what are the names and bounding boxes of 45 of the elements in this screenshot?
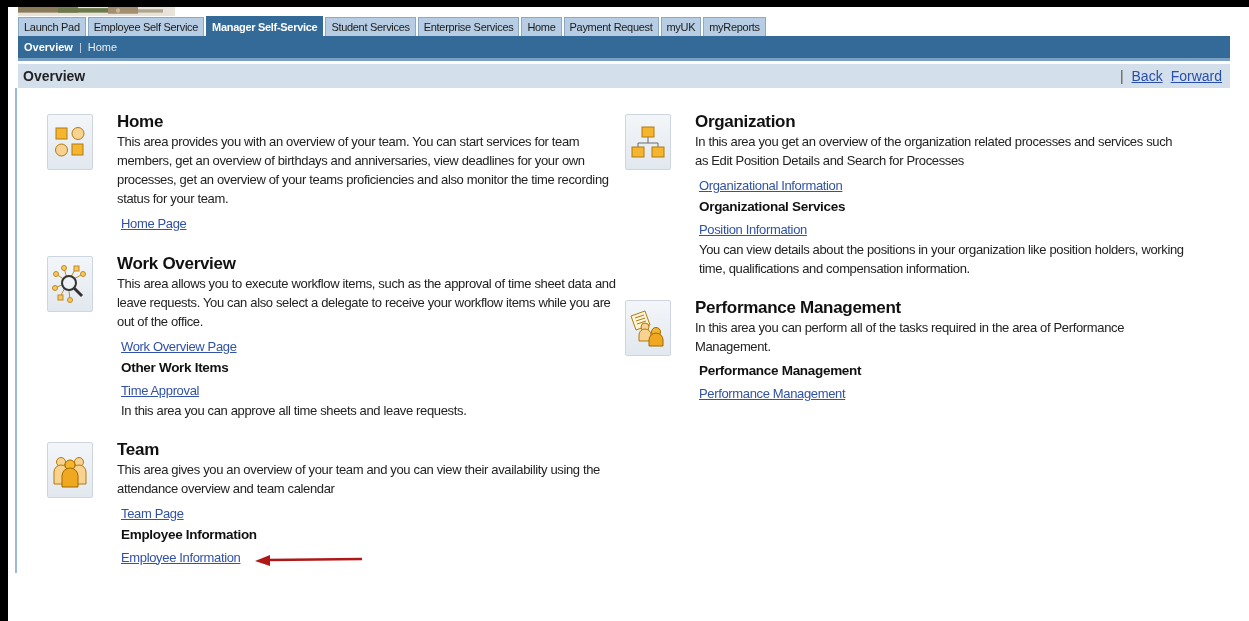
service-link[interactable]: Work Overview Page	[121, 338, 237, 354]
section-description: This area gives you an overview of your team and you can view their availability using the attendance overview and team calendar	[117, 461, 601, 498]
page-title: Overview	[23, 68, 86, 84]
tab[interactable]: Student Services	[325, 17, 416, 36]
service-link[interactable]: Position Information	[699, 221, 807, 237]
service-link[interactable]: Organizational Information	[699, 177, 843, 193]
subsection-heading: Organizational Services	[699, 198, 847, 216]
service-link[interactable]: Team Page	[121, 505, 184, 521]
subnav-link[interactable]: Overview	[24, 41, 73, 53]
tab[interactable]: myUK	[660, 17, 702, 36]
section-description: This area provides you with an overview of your team. You can start services for team members, get an overview of birthdays and anniversaries, view deadlines for your own processes, get an overview of your teams proficiencies and also monitor the time recording status for your team.	[117, 133, 610, 208]
service-link[interactable]: Employee Information	[121, 549, 241, 565]
tab[interactable]: Payment Request	[563, 17, 659, 36]
subsection-heading: Other Work Items	[121, 359, 230, 377]
tab[interactable]: myReports	[703, 17, 766, 36]
document-people-icon	[625, 300, 671, 356]
item-description: You can view details about the positions in your organization like position holders, working time, qualifications and compensation information.	[699, 241, 1185, 278]
section-description: This area allows you to execute workflow items, such as the approval of time sheet data and leave requests. You can also select a delegate to receive your workflow items while you are out of the office.	[117, 275, 617, 331]
nav-link[interactable]: Back	[1131, 68, 1163, 84]
subsection-heading: Employee Information	[121, 526, 258, 544]
separator: |	[1119, 68, 1124, 84]
nav-link[interactable]: Forward	[1170, 68, 1222, 84]
section-title: Home	[117, 112, 165, 132]
shapes-icon	[47, 114, 93, 170]
org-chart-icon	[625, 114, 671, 170]
section-description: In this area you can perform all of the tasks required in the area of Performance Management.	[695, 319, 1126, 356]
service-link[interactable]: Time Approval	[121, 382, 200, 398]
tab[interactable]: Manager Self-Service	[206, 16, 324, 36]
tab[interactable]: Employee Self Service	[87, 17, 205, 36]
tab[interactable]: Home	[521, 17, 562, 36]
section-title: Organization	[695, 112, 797, 132]
section-title: Performance Management	[695, 298, 902, 318]
section-title: Work Overview	[117, 254, 237, 274]
item-description: In this area you can approve all time sheets and leave requests.	[121, 402, 468, 420]
subnav-link[interactable]: Home	[87, 41, 118, 53]
section-title: Team	[117, 440, 160, 460]
tab[interactable]: Enterprise Services	[417, 17, 520, 36]
service-link[interactable]: Home Page	[121, 215, 187, 231]
service-link[interactable]: Performance Management	[699, 385, 846, 401]
separator: |	[78, 41, 82, 53]
tab[interactable]: Launch Pad	[18, 17, 86, 36]
people-group-icon	[47, 442, 93, 498]
subsection-heading: Performance Management	[699, 362, 863, 380]
section-description: In this area you get an overview of the organization related processes and services such as Edit Position Details and Search for Processes	[695, 133, 1174, 170]
magnifier-network-icon	[47, 256, 93, 312]
